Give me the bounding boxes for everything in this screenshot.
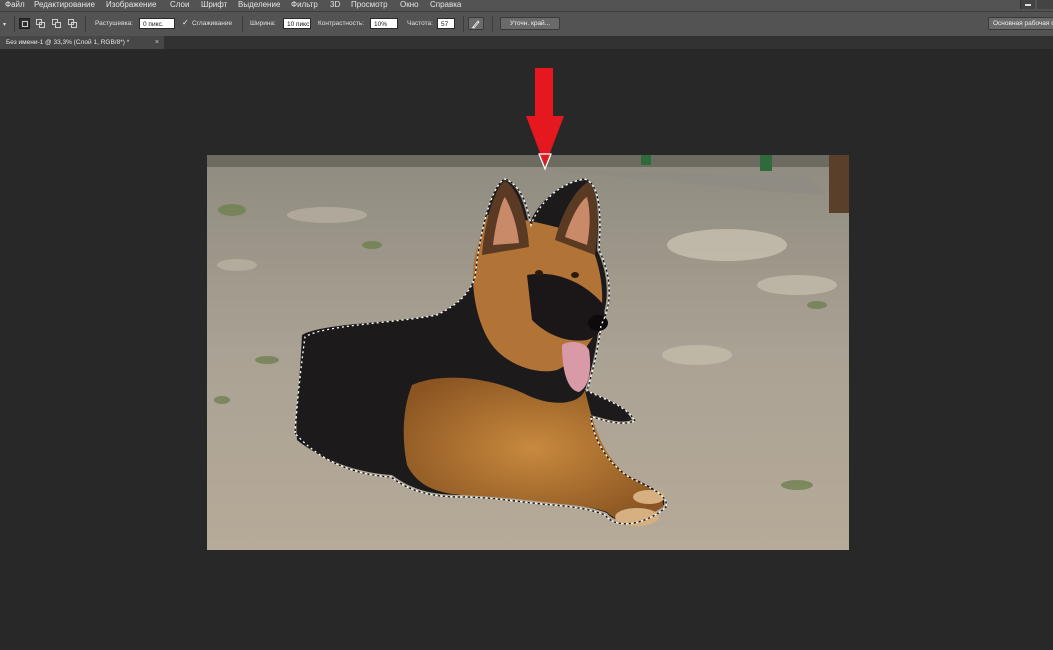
workspace-switcher[interactable]: Основная рабочая с xyxy=(988,17,1053,30)
dog-paw xyxy=(633,490,665,504)
red-arrow-annotation-icon xyxy=(526,68,564,171)
intersect-selection-icon[interactable] xyxy=(67,18,78,29)
minimize-button[interactable] xyxy=(1020,0,1035,9)
green-post xyxy=(760,155,772,171)
menu-select[interactable]: Выделение xyxy=(238,0,280,10)
divider xyxy=(463,16,464,32)
menu-view[interactable]: Просмотр xyxy=(351,0,388,10)
feather-label: Растушевка: xyxy=(95,20,133,27)
menu-bar: Файл Редактирование Изображение Слои Шри… xyxy=(0,0,1053,11)
stylus-pressure-icon[interactable] xyxy=(468,17,484,30)
antialias-label: Сглаживание xyxy=(192,20,233,27)
menu-type[interactable]: Шрифт xyxy=(201,0,227,10)
dog-eye xyxy=(535,270,543,276)
photo-canvas[interactable] xyxy=(207,155,849,550)
feather-input[interactable]: 0 пикс. xyxy=(139,18,175,29)
wooden-post xyxy=(829,155,849,213)
document-tab-title: Без имени-1 @ 33,3% (Слой 1, RGB/8*) * xyxy=(6,39,130,46)
sunlight-patch xyxy=(662,345,732,365)
menu-help[interactable]: Справка xyxy=(430,0,461,10)
frequency-input[interactable]: 57 xyxy=(437,18,455,29)
subtract-selection-icon[interactable] xyxy=(51,18,62,29)
menu-3d[interactable]: 3D xyxy=(330,0,340,10)
dog-eye xyxy=(571,272,579,278)
divider xyxy=(14,16,15,32)
refine-edge-button[interactable]: Уточн. край... xyxy=(500,17,560,30)
close-icon[interactable]: × xyxy=(155,36,159,49)
contrast-label: Контрастность: xyxy=(318,20,365,27)
sunlight-patch xyxy=(287,207,367,223)
new-selection-icon[interactable] xyxy=(19,18,30,29)
width-input[interactable]: 10 пикс xyxy=(283,18,311,29)
sunlight-patch xyxy=(217,259,257,271)
checkbox-checked-icon[interactable]: ✓ xyxy=(182,19,190,27)
divider xyxy=(85,16,86,32)
sunlight-patch xyxy=(757,275,837,295)
add-selection-icon[interactable] xyxy=(35,18,46,29)
sunlight-patch xyxy=(667,229,787,261)
magnetic-lasso-tool-icon[interactable]: ▾ xyxy=(3,21,6,28)
menu-filter[interactable]: Фильтр xyxy=(291,0,318,10)
menu-image[interactable]: Изображение xyxy=(106,0,156,10)
frequency-label: Частота: xyxy=(407,20,433,27)
divider xyxy=(242,16,243,32)
document-tab[interactable]: Без имени-1 @ 33,3% (Слой 1, RGB/8*) * × xyxy=(0,36,164,49)
menu-layers[interactable]: Слои xyxy=(170,0,189,10)
options-bar: ▾ Растушевка: 0 пикс. ✓ Сглаживание Шири… xyxy=(0,11,1053,37)
divider xyxy=(492,16,493,32)
document-tab-bar: Без имени-1 @ 33,3% (Слой 1, RGB/8*) * × xyxy=(0,36,1053,49)
menu-file[interactable]: Файл xyxy=(5,0,25,10)
menu-edit[interactable]: Редактирование xyxy=(34,0,95,10)
width-label: Ширина: xyxy=(250,20,276,27)
menu-window[interactable]: Окно xyxy=(400,0,419,10)
green-post xyxy=(641,155,651,165)
contrast-input[interactable]: 10% xyxy=(370,18,398,29)
window-control-button[interactable] xyxy=(1037,0,1053,9)
